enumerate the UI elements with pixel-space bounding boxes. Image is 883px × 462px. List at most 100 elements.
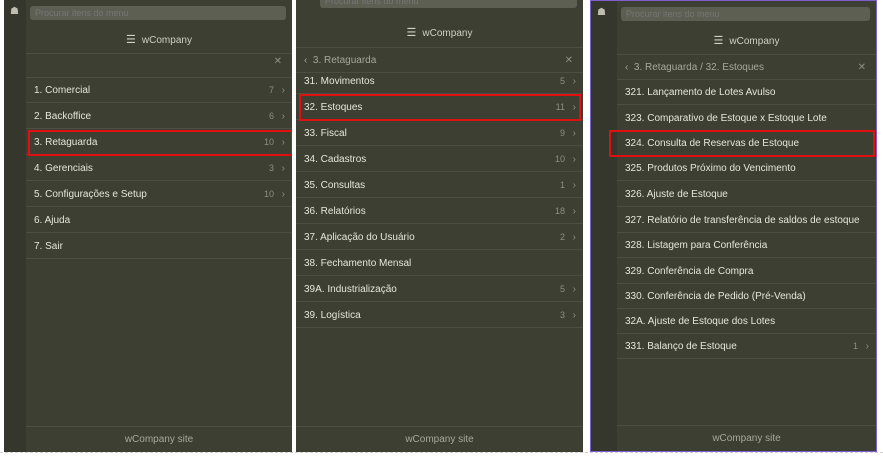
menu-item-label: 330. Conferência de Pedido (Pré-Venda)	[625, 291, 806, 302]
search-input[interactable]	[320, 0, 577, 8]
menu-item-movimentos[interactable]: 31. Movimentos 5 ›	[296, 69, 583, 94]
chevron-right-icon: ›	[865, 341, 869, 352]
menu-item-label: 324. Consulta de Reservas de Estoque	[625, 138, 799, 149]
menu-item-label: 38. Fechamento Mensal	[304, 258, 412, 269]
menu-item-count: 2	[559, 232, 565, 242]
breadcrumb-label: 3. Retaguarda	[312, 55, 377, 66]
breadcrumb-label: 3. Retaguarda / 32. Estoques	[633, 62, 764, 73]
menu-item-comercial[interactable]: 1. Comercial 7 ›	[26, 78, 292, 103]
menu-item-count: 7	[268, 85, 274, 95]
menu-item-retaguarda[interactable]: 3. Retaguarda 10 ›	[26, 130, 292, 155]
menu-item-label: 2. Backoffice	[34, 111, 92, 122]
menu-content: ☰ wCompany ✕ 1. Comercial 7 › 2. Backoffi…	[26, 0, 292, 452]
close-icon[interactable]: ✕	[274, 56, 282, 67]
close-icon[interactable]: ✕	[858, 55, 866, 80]
menu-item-label: 5. Configurações e Setup	[34, 189, 147, 200]
menu-item-32a[interactable]: 32A. Ajuste de Estoque dos Lotes	[617, 309, 876, 334]
menu-item-count: 3	[268, 163, 274, 173]
menu-item-fechamento-mensal[interactable]: 38. Fechamento Mensal	[296, 251, 583, 276]
menu-item-sair[interactable]: 7. Sair	[26, 234, 292, 259]
chevron-right-icon: ›	[572, 102, 576, 113]
menu-item-industrializacao[interactable]: 39A. Industrialização 5 ›	[296, 277, 583, 302]
side-gutter: ☗	[4, 0, 26, 452]
menu-item-label: 1. Comercial	[34, 85, 91, 96]
chevron-right-icon: ›	[281, 137, 285, 148]
menu-item-label: 6. Ajuda	[34, 215, 71, 226]
menu-item-backoffice[interactable]: 2. Backoffice 6 ›	[26, 104, 292, 129]
menu-item-label: 4. Gerenciais	[34, 163, 93, 174]
menu-item-label: 327. Relatório de transferência de saldo…	[625, 215, 860, 226]
menu-item-label: 33. Fiscal	[304, 128, 347, 139]
hamburger-icon: ☰	[126, 34, 136, 46]
menu-item-label: 32A. Ajuste de Estoque dos Lotes	[625, 316, 776, 327]
footer-site-link[interactable]: wCompany site	[617, 425, 876, 451]
menu-item-329[interactable]: 329. Conferência de Compra	[617, 259, 876, 284]
chevron-right-icon: ›	[572, 180, 576, 191]
menu-item-relatorios[interactable]: 36. Relatórios 18 ›	[296, 199, 583, 224]
menu-item-325[interactable]: 325. Produtos Próximo do Vencimento	[617, 156, 876, 181]
menu-panel-estoques: ☗ ☰ wCompany ‹ 3. Retaguarda / 32. Estoqu…	[590, 0, 877, 452]
menu-item-count: 6	[268, 111, 274, 121]
back-breadcrumb[interactable]: ‹ 3. Retaguarda / 32. Estoques ✕	[617, 55, 876, 80]
menu-item-configuracoes[interactable]: 5. Configurações e Setup 10 ›	[26, 182, 292, 207]
menu-item-count: 1	[559, 180, 565, 190]
brand-header[interactable]: ☰ wCompany	[296, 26, 583, 39]
menu-item-fiscal[interactable]: 33. Fiscal 9 ›	[296, 121, 583, 146]
brand-label: wCompany	[729, 36, 780, 47]
menu-item-aplicacao-usuario[interactable]: 37. Aplicação do Usuário 2 ›	[296, 225, 583, 250]
footer-site-link[interactable]: wCompany site	[296, 426, 583, 452]
menu-item-count: 18	[554, 206, 565, 216]
chevron-left-icon: ‹	[304, 55, 308, 66]
menu-panel-main: ☗ ☰ wCompany ✕ 1. Comercial 7 › 2. Backof…	[4, 0, 292, 452]
menu-item-label: 323. Comparativo de Estoque x Estoque Lo…	[625, 113, 827, 124]
footer-site-link[interactable]: wCompany site	[26, 426, 292, 452]
chevron-right-icon: ›	[572, 128, 576, 139]
search-input[interactable]	[621, 7, 870, 21]
menu-item-count: 10	[263, 189, 274, 199]
menu-item-label: 37. Aplicação do Usuário	[304, 232, 415, 243]
brand-label: wCompany	[141, 35, 192, 46]
menu-item-324[interactable]: 324. Consulta de Reservas de Estoque	[617, 131, 876, 156]
menu-panel-retaguarda: ☰wCompany ‹ 3. Retaguarda ✕ 31. Moviment…	[296, 0, 583, 452]
menu-item-label: 36. Relatórios	[304, 206, 366, 217]
brand-label: wCompany	[422, 28, 473, 39]
chevron-left-icon: ‹	[625, 62, 629, 73]
menu-item-label: 35. Consultas	[304, 180, 366, 191]
chevron-right-icon: ›	[572, 76, 576, 87]
chevron-right-icon: ›	[572, 310, 576, 321]
menu-item-323[interactable]: 323. Comparativo de Estoque x Estoque Lo…	[617, 106, 876, 131]
menu-item-logistica[interactable]: 39. Logística 3 ›	[296, 303, 583, 328]
menu-item-label: 34. Cadastros	[304, 154, 367, 165]
home-icon[interactable]: ☗	[10, 6, 19, 17]
search-input[interactable]	[30, 6, 286, 20]
menu-item-330[interactable]: 330. Conferência de Pedido (Pré-Venda)	[617, 284, 876, 309]
menu-item-label: 329. Conferência de Compra	[625, 266, 754, 277]
menu-item-327[interactable]: 327. Relatório de transferência de saldo…	[617, 208, 876, 233]
menu-item-count: 9	[559, 128, 565, 138]
brand-header[interactable]: ☰ wCompany	[617, 34, 876, 47]
chevron-right-icon: ›	[572, 232, 576, 243]
menu-item-consultas[interactable]: 35. Consultas 1 ›	[296, 173, 583, 198]
menu-item-count: 1	[852, 341, 858, 351]
chevron-right-icon: ›	[281, 189, 285, 200]
menu-item-cadastros[interactable]: 34. Cadastros 10 ›	[296, 147, 583, 172]
bottom-border	[0, 452, 883, 453]
menu-item-gerenciais[interactable]: 4. Gerenciais 3 ›	[26, 156, 292, 181]
chevron-right-icon: ›	[572, 154, 576, 165]
menu-item-label: 326. Ajuste de Estoque	[625, 189, 728, 200]
menu-item-count: 11	[555, 102, 565, 112]
brand-header[interactable]: ☰ wCompany	[26, 33, 292, 46]
home-icon[interactable]: ☗	[597, 7, 606, 18]
chevron-right-icon: ›	[281, 111, 285, 122]
menu-item-321[interactable]: 321. Lançamento de Lotes Avulso	[617, 80, 876, 105]
menu-item-326[interactable]: 326. Ajuste de Estoque	[617, 182, 876, 207]
menu-item-estoques[interactable]: 32. Estoques 11 ›	[296, 95, 583, 120]
menu-item-331[interactable]: 331. Balanço de Estoque 1 ›	[617, 334, 876, 359]
menu-item-328[interactable]: 328. Listagem para Conferência	[617, 233, 876, 258]
menu-item-count: 10	[554, 154, 565, 164]
menu-item-ajuda[interactable]: 6. Ajuda	[26, 208, 292, 233]
menu-item-label: 7. Sair	[34, 241, 63, 252]
chevron-right-icon: ›	[281, 163, 285, 174]
hamburger-icon: ☰	[713, 35, 724, 47]
menu-item-label: 328. Listagem para Conferência	[625, 240, 768, 251]
